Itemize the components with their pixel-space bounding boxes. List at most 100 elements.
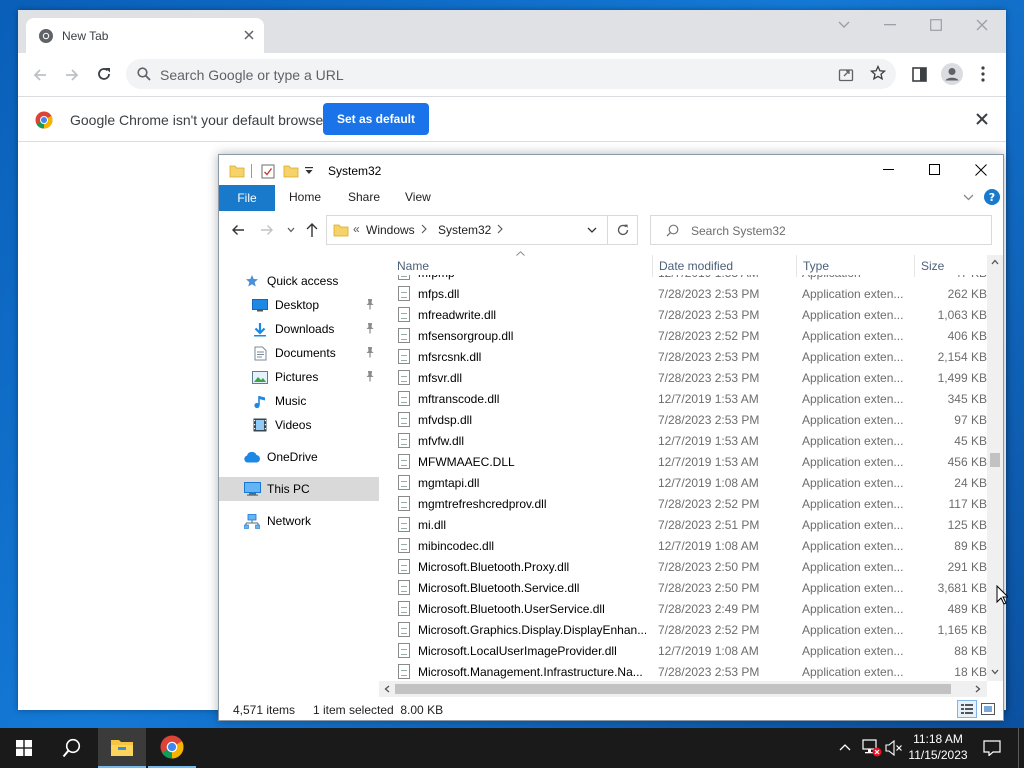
infobar-close-icon[interactable]: [976, 113, 988, 125]
large-icons-view-icon[interactable]: [981, 703, 995, 715]
scroll-right-icon[interactable]: [975, 685, 981, 693]
table-row[interactable]: mgmtrefreshcredprov.dll 7/28/2023 2:52 PM…: [387, 493, 991, 514]
scroll-down-icon[interactable]: [991, 669, 999, 675]
reload-icon[interactable]: [96, 66, 112, 82]
address-bar[interactable]: « Windows System32: [326, 215, 608, 245]
expand-ribbon-chevron-icon[interactable]: [963, 194, 974, 201]
close-icon[interactable]: [959, 10, 1005, 40]
table-row[interactable]: mfvfw.dll 12/7/2019 1:53 AM Application ex…: [387, 430, 991, 451]
tab-file[interactable]: File: [219, 185, 275, 211]
table-row[interactable]: mi.dll 7/28/2023 2:51 PM Application exten…: [387, 514, 991, 535]
breadcrumb-separator-icon[interactable]: [421, 224, 427, 234]
sidebar-item-onedrive[interactable]: OneDrive: [219, 445, 379, 469]
set-as-default-button[interactable]: Set as default: [323, 103, 429, 135]
sidebar-item-pictures[interactable]: Pictures: [219, 365, 377, 389]
notifications-icon[interactable]: [983, 740, 1001, 756]
tab-share[interactable]: Share: [348, 190, 380, 204]
side-panel-icon[interactable]: [912, 67, 927, 82]
tab-view[interactable]: View: [405, 190, 431, 204]
minimize-icon[interactable]: [867, 10, 913, 40]
breadcrumb-system32[interactable]: System32: [438, 223, 491, 237]
new-folder-icon[interactable]: [283, 163, 299, 179]
table-row[interactable]: MFWMAAEC.DLL 12/7/2019 1:53 AM Application…: [387, 451, 991, 472]
taskbar-clock[interactable]: 11:18 AM 11/15/2023: [900, 731, 976, 763]
tab-home[interactable]: Home: [289, 190, 321, 204]
file-type: Application exten...: [802, 517, 904, 532]
column-header-size[interactable]: Size: [915, 255, 987, 277]
table-row[interactable]: mfsensorgroup.dll 7/28/2023 2:52 PM Applic…: [387, 325, 991, 346]
network-disconnected-icon[interactable]: [862, 739, 882, 757]
table-row[interactable]: mfsvr.dll 7/28/2023 2:53 PM Application ex…: [387, 367, 991, 388]
minimize-icon[interactable]: [883, 169, 894, 171]
quick-access-dropdown-icon[interactable]: [305, 167, 313, 175]
profile-avatar-icon[interactable]: [941, 63, 963, 85]
close-icon[interactable]: [975, 164, 987, 176]
sidebar-item-quick-access[interactable]: Quick access: [219, 269, 379, 293]
table-row[interactable]: Microsoft.Management.Infrastructure.Na..…: [387, 661, 991, 681]
properties-check-icon[interactable]: [261, 164, 275, 179]
recent-locations-chevron-icon[interactable]: [287, 227, 295, 233]
maximize-icon[interactable]: [913, 10, 959, 40]
sidebar-item-this-pc[interactable]: This PC: [219, 477, 379, 501]
sidebar-item-desktop[interactable]: Desktop: [219, 293, 377, 317]
up-arrow-icon[interactable]: [305, 222, 319, 238]
table-row[interactable]: mfps.dll 7/28/2023 2:53 PM Application ext…: [387, 283, 991, 304]
file-date-modified: 7/28/2023 2:49 PM: [658, 601, 760, 616]
back-arrow-icon[interactable]: [32, 67, 48, 83]
file-name: MFWMAAEC.DLL: [418, 454, 515, 469]
scroll-left-icon[interactable]: [384, 685, 390, 693]
sidebar-item-music[interactable]: Music: [219, 389, 379, 413]
forward-arrow-icon[interactable]: [260, 223, 274, 237]
share-icon[interactable]: [838, 66, 854, 82]
back-arrow-icon[interactable]: [231, 223, 245, 237]
sidebar-item-downloads[interactable]: Downloads: [219, 317, 377, 341]
breadcrumb-overflow[interactable]: «: [353, 222, 360, 236]
tab-close-icon[interactable]: [243, 29, 255, 41]
vertical-scroll-thumb[interactable]: [990, 453, 1000, 467]
table-row[interactable]: mfsrcsnk.dll 7/28/2023 2:53 PM Application…: [387, 346, 991, 367]
tab-search-chevron-icon[interactable]: [821, 10, 867, 40]
taskbar-file-explorer[interactable]: [98, 728, 146, 768]
refresh-button[interactable]: [608, 215, 638, 245]
table-row[interactable]: mibincodec.dll 12/7/2019 1:08 AM Applicati…: [387, 535, 991, 556]
table-row[interactable]: Microsoft.Bluetooth.Proxy.dll 7/28/2023 2…: [387, 556, 991, 577]
scroll-up-icon[interactable]: [991, 259, 999, 265]
horizontal-scroll-thumb[interactable]: [395, 684, 951, 694]
horizontal-scrollbar[interactable]: [379, 681, 987, 697]
search-button[interactable]: [48, 728, 96, 768]
table-row[interactable]: Microsoft.Bluetooth.UserService.dll 7/28/…: [387, 598, 991, 619]
table-row[interactable]: mftranscode.dll 12/7/2019 1:53 AM Applicat…: [387, 388, 991, 409]
tab-new-tab[interactable]: New Tab: [26, 18, 264, 53]
vertical-scrollbar[interactable]: [987, 255, 1003, 681]
column-header-date-modified[interactable]: Date modified: [653, 255, 797, 277]
details-view-icon[interactable]: [957, 700, 977, 718]
file-type: Application exten...: [802, 475, 904, 490]
search-input[interactable]: Search System32: [650, 215, 992, 245]
file-name: mfsensorgroup.dll: [418, 328, 514, 343]
table-row[interactable]: Microsoft.Bluetooth.Service.dll 7/28/2023…: [387, 577, 991, 598]
table-row[interactable]: mfreadwrite.dll 7/28/2023 2:53 PM Applicat…: [387, 304, 991, 325]
table-row-partial[interactable]: mfpmp 12/7/2019 1:53 AM Application 47 KB: [387, 275, 991, 283]
help-icon[interactable]: ?: [984, 189, 1000, 205]
address-history-chevron-icon[interactable]: [587, 227, 597, 234]
bookmark-star-icon[interactable]: [870, 65, 886, 81]
show-hidden-icons-chevron-icon[interactable]: [839, 743, 851, 751]
column-header-type[interactable]: Type: [797, 255, 915, 277]
start-button[interactable]: [0, 728, 48, 768]
breadcrumb-windows[interactable]: Windows: [366, 223, 415, 237]
sidebar-item-documents[interactable]: Documents: [219, 341, 377, 365]
table-row[interactable]: Microsoft.LocalUserImageProvider.dll 12/7…: [387, 640, 991, 661]
table-row[interactable]: mgmtapi.dll 12/7/2019 1:08 AM Application …: [387, 472, 991, 493]
sidebar-item-videos[interactable]: Videos: [219, 413, 379, 437]
breadcrumb-separator-icon[interactable]: [497, 224, 503, 234]
show-desktop-button[interactable]: [1018, 728, 1019, 768]
forward-arrow-icon[interactable]: [64, 67, 80, 83]
table-row[interactable]: Microsoft.Graphics.Display.DisplayEnhan.…: [387, 619, 991, 640]
maximize-icon[interactable]: [929, 164, 940, 175]
taskbar-chrome[interactable]: [148, 728, 196, 768]
omnibox[interactable]: Search Google or type a URL: [126, 59, 896, 89]
table-row[interactable]: mfvdsp.dll 7/28/2023 2:53 PM Application e…: [387, 409, 991, 430]
column-header-name[interactable]: Name: [391, 255, 653, 277]
kebab-menu-icon[interactable]: [981, 66, 985, 82]
sidebar-item-network[interactable]: Network: [219, 509, 379, 533]
